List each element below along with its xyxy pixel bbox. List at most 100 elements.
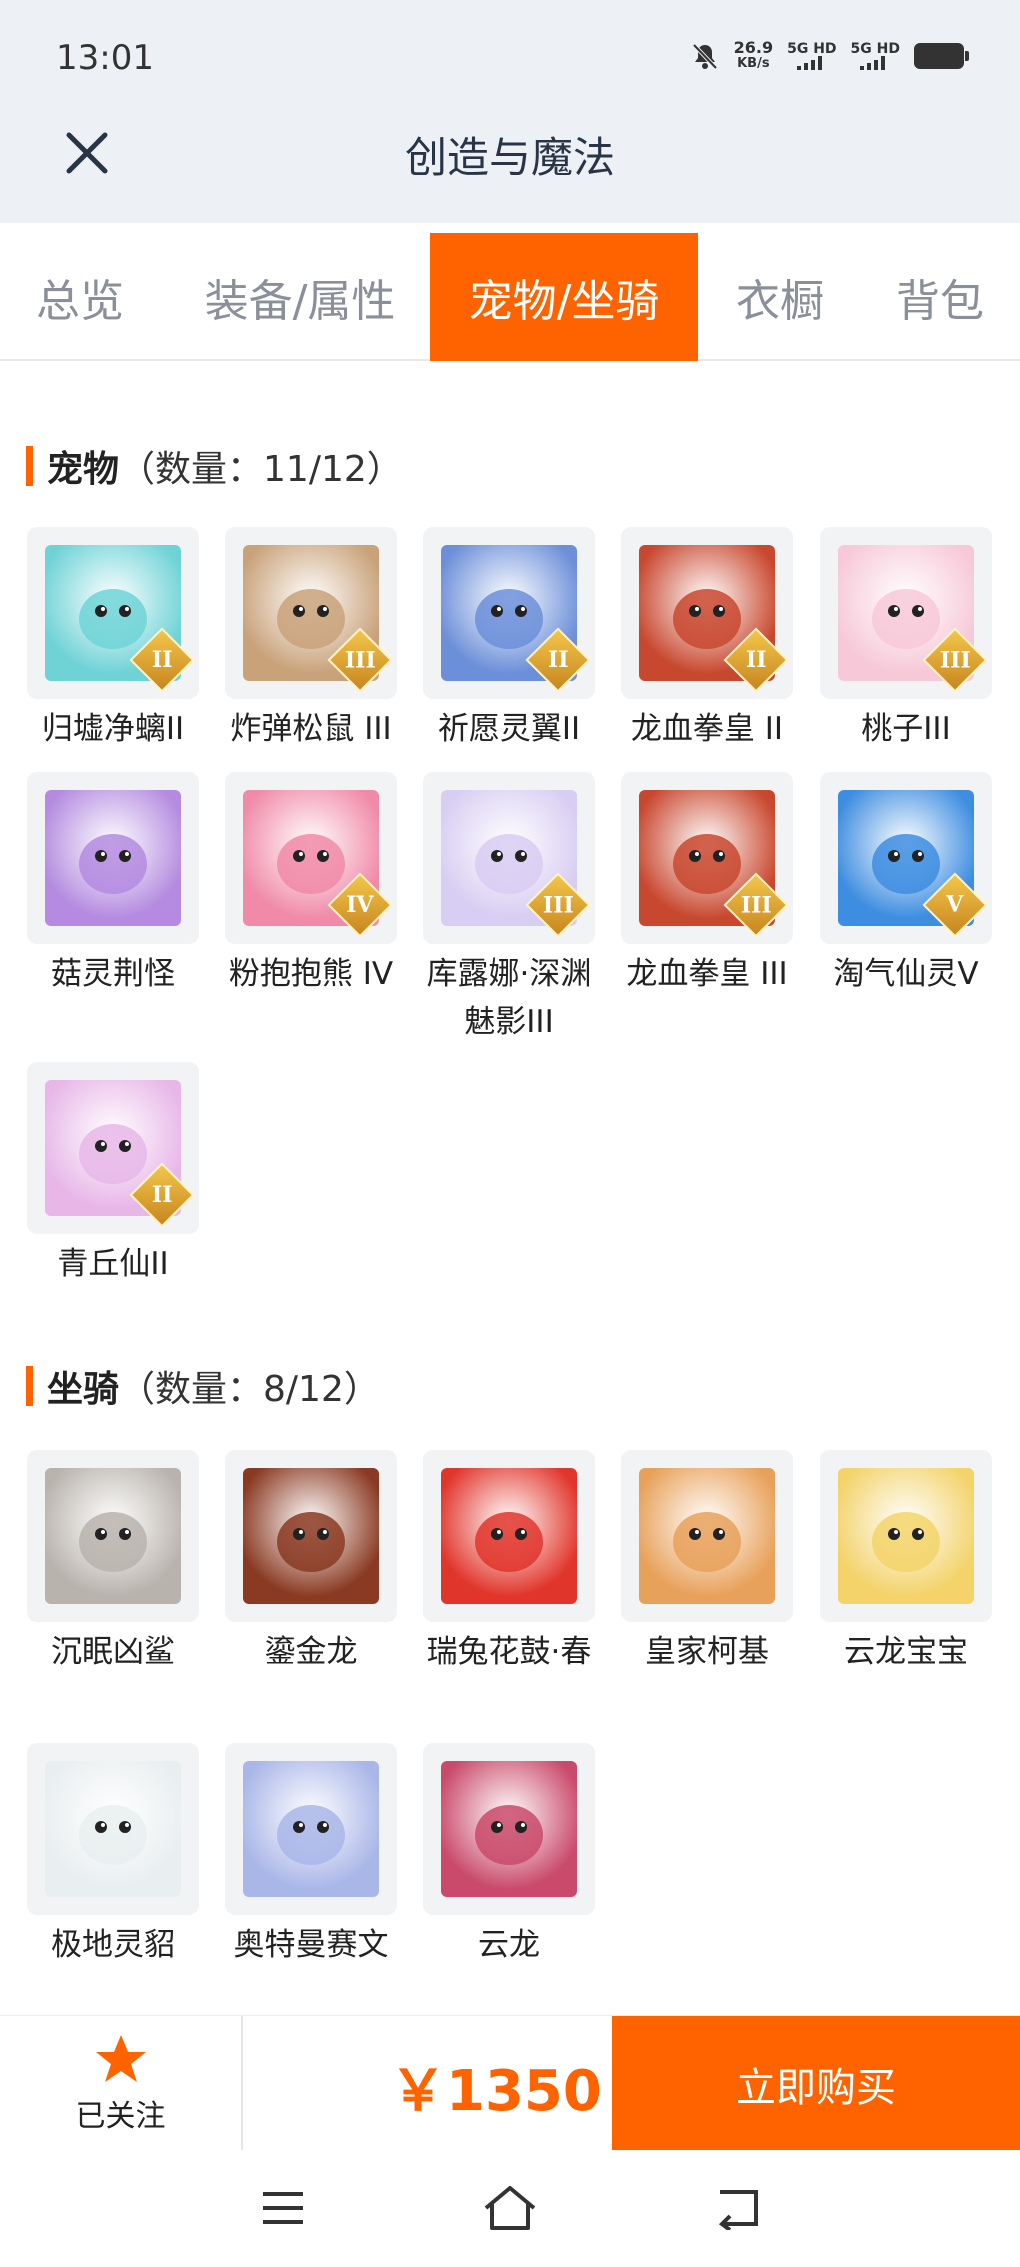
home-nav-button[interactable] xyxy=(480,2180,540,2236)
signal-bars-icon xyxy=(860,56,886,70)
status-time: 13:01 xyxy=(56,38,154,78)
item-thumbnail: II xyxy=(27,527,199,699)
corgi-icon xyxy=(639,1468,775,1604)
item-name: 云龙 xyxy=(478,1927,540,1963)
app-header: 创造与魔法 xyxy=(0,118,1020,223)
item-name: 淘气仙灵V xyxy=(833,956,979,992)
buy-now-button[interactable]: 立即购买 xyxy=(612,2016,1020,2151)
item-name: 归墟净螭II xyxy=(41,711,185,747)
grid-item[interactable]: IV 粉抱抱熊 IV xyxy=(225,772,397,998)
status-bar: 13:01 26.9 KB/s 5G HD 5G HD xyxy=(0,0,1020,118)
item-name: 菇灵荆怪 xyxy=(51,956,175,992)
tab-pets-mounts[interactable]: 宠物/坐骑 xyxy=(430,233,698,361)
price: ￥1350 xyxy=(390,2059,602,2124)
grid-item[interactable]: III 炸弹松鼠 III xyxy=(225,527,397,753)
white-fox-icon xyxy=(45,1761,181,1897)
item-name: 鎏金龙 xyxy=(264,1634,358,1670)
home-icon xyxy=(484,2186,536,2230)
item-thumbnail xyxy=(225,1450,397,1622)
rabbit-drum-icon xyxy=(441,1468,577,1604)
system-nav-bar xyxy=(0,2150,1020,2267)
shark-icon xyxy=(45,1468,181,1604)
pets-section-header: 宠物 （数量：11/12） xyxy=(26,440,403,492)
item-thumbnail: III xyxy=(423,772,595,944)
section-title: 坐骑 xyxy=(47,1369,120,1410)
item-thumbnail: II xyxy=(621,527,793,699)
grid-item[interactable]: II 青丘仙II xyxy=(27,1062,199,1288)
mute-bell-icon xyxy=(692,43,718,70)
grid-item[interactable]: 瑞兔花鼓·春 xyxy=(423,1450,595,1676)
page-title: 创造与魔法 xyxy=(404,133,615,182)
item-name: 极地灵貂 xyxy=(51,1927,175,1963)
network-speed: 26.9 KB/s xyxy=(733,38,774,72)
tab-backpack[interactable]: 背包 xyxy=(860,233,1020,361)
status-icons: 26.9 KB/s 5G HD 5G HD xyxy=(690,38,969,72)
item-name: 皇家柯基 xyxy=(645,1634,769,1670)
item-thumbnail: IV xyxy=(225,772,397,944)
menu-icon xyxy=(263,2192,303,2224)
grid-item[interactable]: II 龙血拳皇 II xyxy=(621,527,793,753)
grid-item[interactable]: 云龙 xyxy=(423,1743,595,1969)
grid-item[interactable]: II 祈愿灵翼II xyxy=(423,527,595,753)
ultraman-icon xyxy=(243,1761,379,1897)
grid-item[interactable]: III 库露娜·深渊魅影III xyxy=(423,772,595,1046)
section-title: 宠物 xyxy=(47,449,120,490)
item-thumbnail xyxy=(27,1450,199,1622)
tab-overview[interactable]: 总览 xyxy=(0,233,160,361)
back-nav-button[interactable] xyxy=(708,2180,768,2236)
signal-bars-icon xyxy=(796,56,822,70)
grid-item[interactable]: II 归墟净螭II xyxy=(27,527,199,753)
section-count: （数量：11/12） xyxy=(119,449,403,490)
item-name: 奥特曼赛文 xyxy=(233,1927,389,1963)
item-thumbnail xyxy=(27,772,199,944)
signal-2: 5G HD xyxy=(851,42,900,70)
tab-wardrobe[interactable]: 衣橱 xyxy=(710,233,850,361)
item-name: 龙血拳皇 II xyxy=(630,711,784,747)
item-name: 青丘仙II xyxy=(57,1246,169,1282)
tab-bar: 总览 装备/属性 宠物/坐骑 衣橱 背包 xyxy=(0,233,1020,361)
item-name: 桃子III xyxy=(861,711,951,747)
grid-item[interactable]: V 淘气仙灵V xyxy=(820,772,992,998)
item-thumbnail xyxy=(820,1450,992,1622)
gold-dragon-icon xyxy=(243,1468,379,1604)
item-thumbnail xyxy=(423,1450,595,1622)
grid-item[interactable]: III 龙血拳皇 III xyxy=(621,772,793,998)
item-thumbnail: II xyxy=(27,1062,199,1234)
section-accent-bar xyxy=(26,446,33,486)
mounts-section-header: 坐骑 （数量：8/12） xyxy=(26,1360,380,1412)
grid-item[interactable]: 沉眠凶鲨 xyxy=(27,1450,199,1676)
grid-item[interactable]: 云龙宝宝 xyxy=(820,1450,992,1676)
section-count: （数量：8/12） xyxy=(119,1369,380,1410)
item-thumbnail: III xyxy=(225,527,397,699)
star-icon xyxy=(95,2034,146,2082)
item-thumbnail xyxy=(27,1743,199,1915)
grid-item[interactable]: 极地灵貂 xyxy=(27,1743,199,1969)
grid-item[interactable]: 鎏金龙 xyxy=(225,1450,397,1676)
item-name: 瑞兔花鼓·春 xyxy=(426,1634,592,1670)
tab-equipment[interactable]: 装备/属性 xyxy=(175,233,425,361)
item-thumbnail: III xyxy=(621,772,793,944)
item-thumbnail: V xyxy=(820,772,992,944)
item-name: 祈愿灵翼II xyxy=(437,711,581,747)
item-thumbnail xyxy=(225,1743,397,1915)
grid-item[interactable]: III 桃子III xyxy=(820,527,992,753)
grid-item[interactable]: 皇家柯基 xyxy=(621,1450,793,1676)
follow-label: 已关注 xyxy=(75,2098,166,2134)
menu-nav-button[interactable] xyxy=(253,2180,313,2236)
signal-1: 5G HD xyxy=(787,42,837,70)
follow-button[interactable]: 已关注 xyxy=(0,2016,243,2151)
battery-icon xyxy=(914,43,969,69)
baby-dragon-icon xyxy=(838,1468,974,1604)
item-name: 云龙宝宝 xyxy=(844,1634,968,1670)
item-name: 龙血拳皇 III xyxy=(626,956,788,992)
item-thumbnail xyxy=(621,1450,793,1622)
item-name: 沉眠凶鲨 xyxy=(51,1634,175,1670)
purchase-bar: 已关注 ￥1350 立即购买 xyxy=(0,2015,1020,2151)
section-accent-bar xyxy=(26,1366,33,1406)
grid-item[interactable]: 菇灵荆怪 xyxy=(27,772,199,998)
back-icon xyxy=(718,2190,758,2230)
item-name: 库露娜·深渊魅影III xyxy=(426,956,592,1040)
grid-item[interactable]: 奥特曼赛文 xyxy=(225,1743,397,1969)
item-thumbnail: III xyxy=(820,527,992,699)
purple-elf-icon xyxy=(45,790,181,926)
